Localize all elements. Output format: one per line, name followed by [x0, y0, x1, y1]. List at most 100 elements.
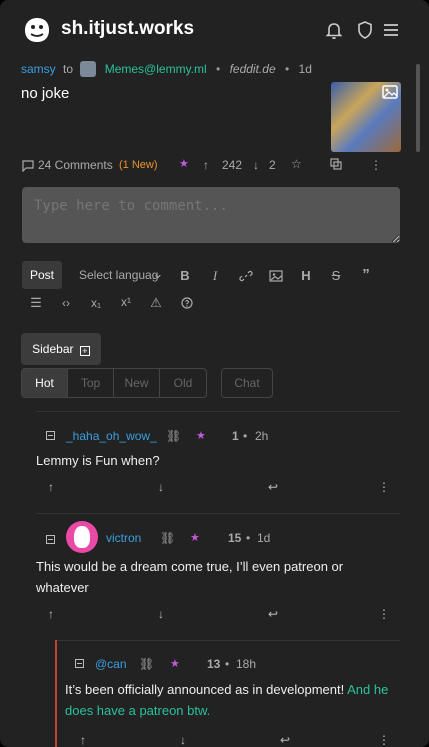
post-title[interactable]: no joke — [21, 85, 69, 102]
list-icon[interactable]: ☰ — [28, 295, 44, 311]
community-avatar — [80, 61, 97, 77]
comment-header: @can ⛓ ★ 13 • 18h — [75, 657, 295, 671]
italic-button[interactable]: I — [207, 268, 223, 284]
divider — [36, 411, 400, 412]
comment-author-link[interactable]: _haha_oh_wow_ — [66, 429, 157, 443]
comment-icon — [22, 160, 34, 172]
code-icon[interactable]: ‹› — [58, 296, 74, 310]
more-options-icon[interactable]: ⋮ — [378, 480, 390, 494]
comment-author-link[interactable]: @can — [95, 657, 127, 671]
chat-button[interactable]: Chat — [221, 368, 273, 398]
post-author-link[interactable]: samsy — [21, 62, 56, 76]
comment-score: 1 — [232, 429, 239, 443]
site-header: sh.itjust.works — [0, 0, 429, 56]
post-button[interactable]: Post — [22, 261, 62, 289]
more-options-icon[interactable]: ⋮ — [378, 607, 390, 621]
downvote-icon[interactable]: ↓ — [158, 607, 164, 621]
separator-dot: • — [216, 62, 221, 76]
link-icon[interactable] — [238, 269, 254, 283]
sidebar-button[interactable]: Sidebar + — [21, 333, 101, 365]
tab-old[interactable]: Old — [160, 369, 206, 397]
comment-body: This would be a dream come true, I’ll ev… — [36, 559, 344, 595]
to-label: to — [63, 62, 74, 76]
comment-body: Lemmy is Fun when? — [36, 453, 160, 468]
collapse-toggle[interactable] — [46, 535, 55, 544]
comment-header: _haha_oh_wow_ ⛓ ★ 1 • 2h — [46, 429, 306, 443]
superscript-button[interactable]: x¹ — [118, 295, 134, 309]
comment-body: It’s been officially announced as in dev… — [65, 679, 405, 721]
scrollbar[interactable] — [416, 64, 420, 152]
crosspost-star-icon[interactable]: ★ — [196, 429, 206, 442]
instance-label[interactable]: feddit.de — [230, 62, 276, 76]
comment-author-link[interactable]: victron — [106, 531, 141, 545]
comment-input[interactable] — [22, 187, 400, 243]
site-title[interactable]: sh.itjust.works — [61, 18, 194, 40]
quote-button[interactable]: ” — [358, 266, 374, 283]
post-actions: 24 Comments (1 New) ★ ↑ 242 ↓ 2 ☆ ⋮ — [21, 157, 401, 174]
comments-count-link[interactable]: 24 Comments — [38, 158, 113, 172]
post-thumbnail[interactable] — [331, 82, 401, 152]
upvote-icon[interactable]: ↑ — [48, 607, 54, 621]
upvote-icon[interactable]: ↑ — [80, 733, 86, 747]
copy-icon[interactable] — [330, 158, 342, 170]
link-icon[interactable]: ⛓ — [166, 429, 181, 443]
new-comments-label: (1 New) — [119, 159, 158, 171]
chevron-down-icon[interactable]: ⌄ — [150, 266, 166, 282]
reply-icon[interactable]: ↩ — [268, 607, 278, 621]
thread-rail — [55, 640, 57, 747]
collapse-toggle[interactable] — [75, 659, 84, 668]
subscript-button[interactable]: x₁ — [88, 296, 104, 310]
separator-dot: • — [243, 429, 248, 443]
link-icon[interactable]: ⛓ — [139, 657, 154, 671]
comment-actions: ↑ ↓ ↩ ⋮ — [80, 733, 390, 747]
reply-icon[interactable]: ↩ — [268, 480, 278, 494]
crosspost-star-icon[interactable]: ★ — [179, 157, 189, 170]
comment-text: It’s been officially announced as in dev… — [65, 682, 348, 697]
comment-actions: ↑ ↓ ↩ ⋮ — [48, 480, 390, 494]
link-icon[interactable]: ⛓ — [160, 531, 175, 545]
more-options-icon[interactable]: ⋮ — [370, 158, 382, 172]
post-meta: samsy to Memes@lemmy.ml • feddit.de • 1d — [21, 61, 312, 77]
tab-new[interactable]: New — [114, 369, 160, 397]
tab-hot[interactable]: Hot — [22, 369, 68, 397]
crosspost-star-icon[interactable]: ★ — [170, 657, 180, 670]
downvote-icon[interactable]: ↓ — [158, 480, 164, 494]
editor-toolbar: Post Select languag ⌄ B I H S ” ☰ ‹› x₁ … — [22, 261, 402, 310]
downvote-icon[interactable]: ↓ — [253, 158, 259, 172]
save-star-icon[interactable]: ☆ — [291, 157, 302, 171]
separator-dot: • — [225, 657, 230, 671]
collapse-toggle[interactable] — [46, 431, 55, 440]
avatar[interactable] — [66, 521, 98, 553]
sidebar-label: Sidebar — [32, 342, 74, 356]
community-link[interactable]: Memes@lemmy.ml — [105, 62, 207, 76]
app-screen: sh.itjust.works samsy to Memes@lemmy.ml … — [0, 0, 429, 747]
separator-dot: • — [284, 62, 290, 76]
separator-dot: • — [246, 531, 251, 545]
comment-score: 15 — [228, 531, 242, 545]
upvote-icon[interactable]: ↑ — [203, 158, 209, 172]
comment-age: 1d — [257, 531, 271, 545]
upvote-icon[interactable]: ↑ — [48, 480, 54, 494]
heading-button[interactable]: H — [298, 268, 314, 283]
crosspost-star-icon[interactable]: ★ — [190, 531, 200, 544]
comment-age: 2h — [255, 429, 269, 443]
more-options-icon[interactable]: ⋮ — [378, 733, 390, 747]
site-logo-icon[interactable] — [22, 16, 52, 44]
tab-top[interactable]: Top — [68, 369, 114, 397]
warning-icon[interactable]: ⚠ — [148, 295, 164, 311]
upvote-count: 242 — [222, 158, 243, 172]
help-icon[interactable] — [179, 297, 195, 309]
image-icon[interactable] — [268, 269, 284, 283]
bell-icon[interactable] — [324, 20, 344, 40]
bold-button[interactable]: B — [177, 268, 193, 283]
sort-tabs: Hot Top New Old — [21, 368, 207, 398]
strikethrough-button[interactable]: S — [328, 268, 344, 283]
plus-square-icon: + — [79, 346, 90, 356]
shield-icon[interactable] — [355, 20, 375, 40]
reply-icon[interactable]: ↩ — [280, 733, 290, 747]
downvote-icon[interactable]: ↓ — [180, 733, 186, 747]
menu-icon[interactable] — [381, 20, 401, 40]
comment-actions: ↑ ↓ ↩ ⋮ — [48, 607, 390, 621]
language-select[interactable]: Select languag — [79, 268, 158, 282]
divider — [55, 640, 400, 641]
